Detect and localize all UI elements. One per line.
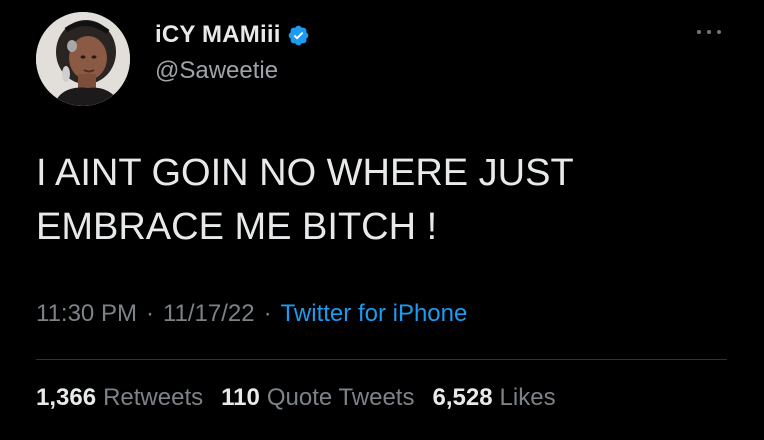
likes-stat[interactable]: 6,528 Likes xyxy=(432,384,555,412)
meta-separator: · xyxy=(263,300,272,327)
verified-badge-icon xyxy=(287,24,310,47)
display-name[interactable]: iCY MAMiii xyxy=(155,21,281,49)
tweet-date[interactable]: 11/17/22 xyxy=(163,300,255,328)
tweet-card: iCY MAMiii @Saweetie I AINT GOIN NO WHER… xyxy=(0,0,764,440)
tweet-source-link[interactable]: Twitter for iPhone xyxy=(281,300,468,328)
quote-tweets-label: Quote Tweets xyxy=(266,384,415,411)
likes-label: Likes xyxy=(499,384,556,411)
meta-separator: · xyxy=(145,300,154,327)
tweet-text: I AINT GOIN NO WHERE JUST EMBRACE ME BIT… xyxy=(36,152,574,248)
tweet-time[interactable]: 11:30 PM xyxy=(36,300,137,328)
more-dot xyxy=(717,30,721,34)
quote-tweets-stat[interactable]: 110 Quote Tweets xyxy=(221,384,414,412)
tweet-metadata: 11:30 PM · 11/17/22 · Twitter for iPhone xyxy=(36,300,467,328)
user-handle[interactable]: @Saweetie xyxy=(155,57,278,85)
profile-photo-icon xyxy=(36,12,130,106)
engagement-stats: 1,366 Retweets 110 Quote Tweets 6,528 Li… xyxy=(36,384,574,412)
retweets-label: Retweets xyxy=(103,384,204,411)
retweets-count: 1,366 xyxy=(36,384,97,411)
more-dot xyxy=(707,30,711,34)
avatar[interactable] xyxy=(36,12,130,106)
more-options-icon[interactable] xyxy=(697,22,721,42)
likes-count: 6,528 xyxy=(432,384,493,411)
retweets-stat[interactable]: 1,366 Retweets xyxy=(36,384,203,412)
quote-tweets-count: 110 xyxy=(221,384,260,411)
name-row: iCY MAMiii xyxy=(155,20,310,50)
more-dot xyxy=(697,30,701,34)
divider xyxy=(36,359,727,360)
